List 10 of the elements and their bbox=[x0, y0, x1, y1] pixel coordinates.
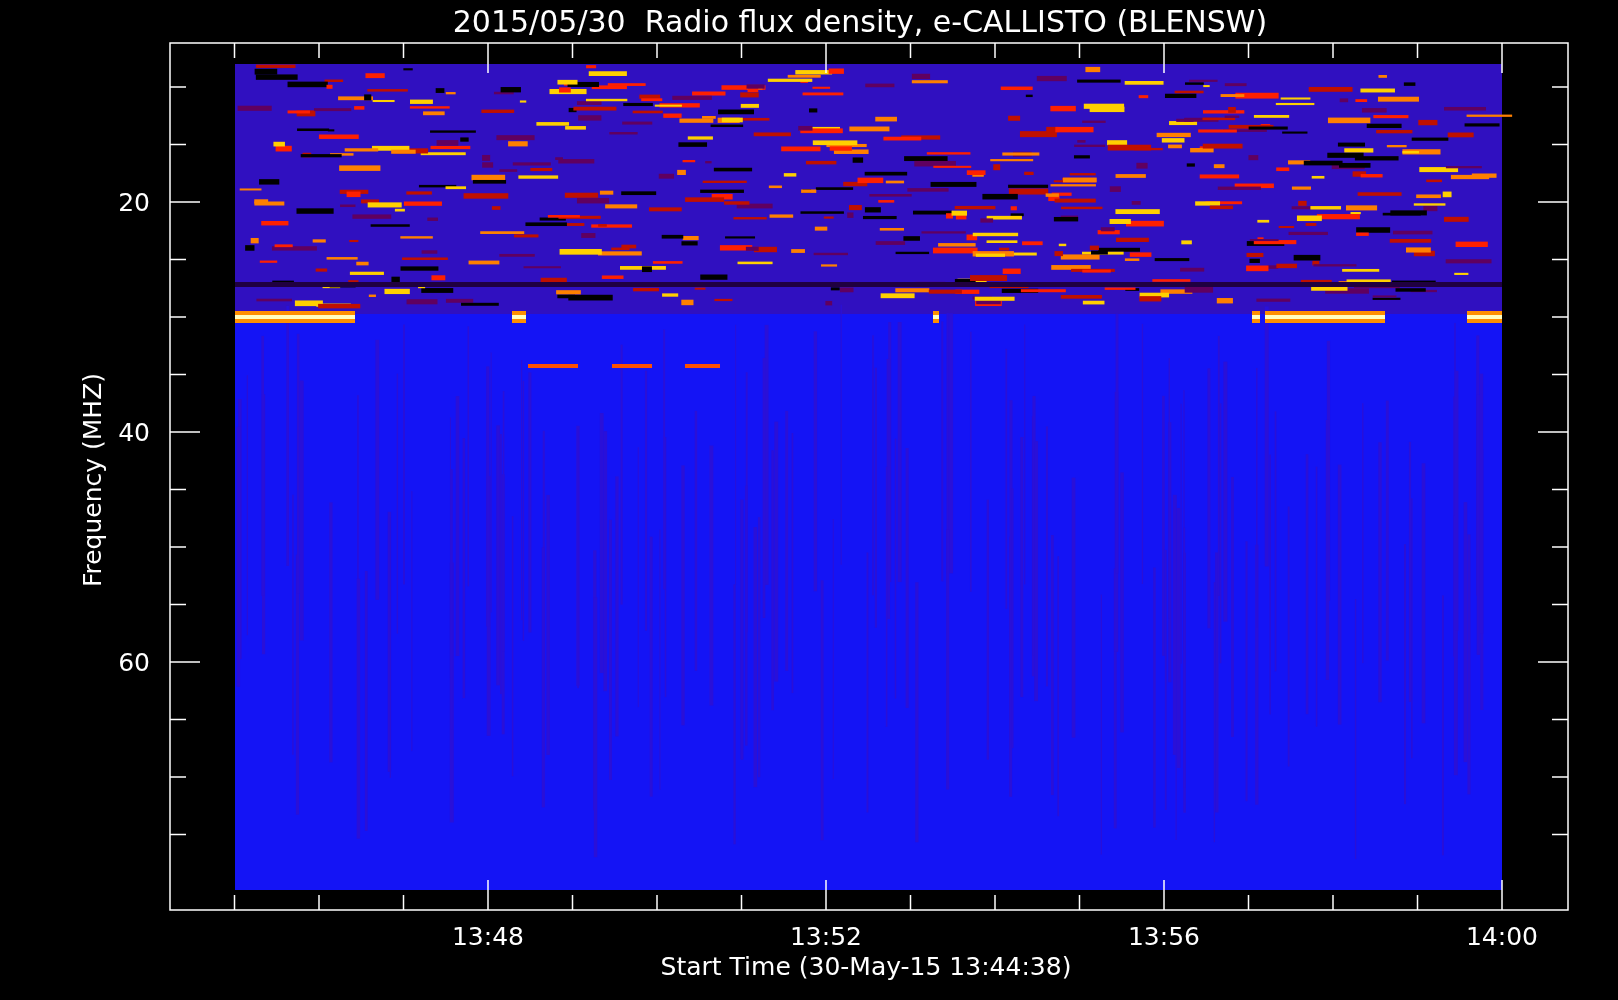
y-tick-label: 60 bbox=[118, 648, 150, 677]
y-axis-label: Frequency (MHZ) bbox=[78, 372, 107, 588]
y-tick-label: 40 bbox=[118, 418, 150, 447]
x-tick-label: 13:56 bbox=[1128, 922, 1200, 951]
x-tick-label: 13:48 bbox=[452, 922, 524, 951]
x-axis-label: Start Time (30-May-15 13:44:38) bbox=[660, 952, 1072, 981]
chart-title: 2015/05/30 Radio flux density, e-CALLISTO (BLENSW) bbox=[452, 4, 1268, 39]
x-tick-label: 14:00 bbox=[1466, 922, 1538, 951]
y-tick-label: 20 bbox=[118, 188, 150, 217]
x-tick-label: 13:52 bbox=[790, 922, 862, 951]
